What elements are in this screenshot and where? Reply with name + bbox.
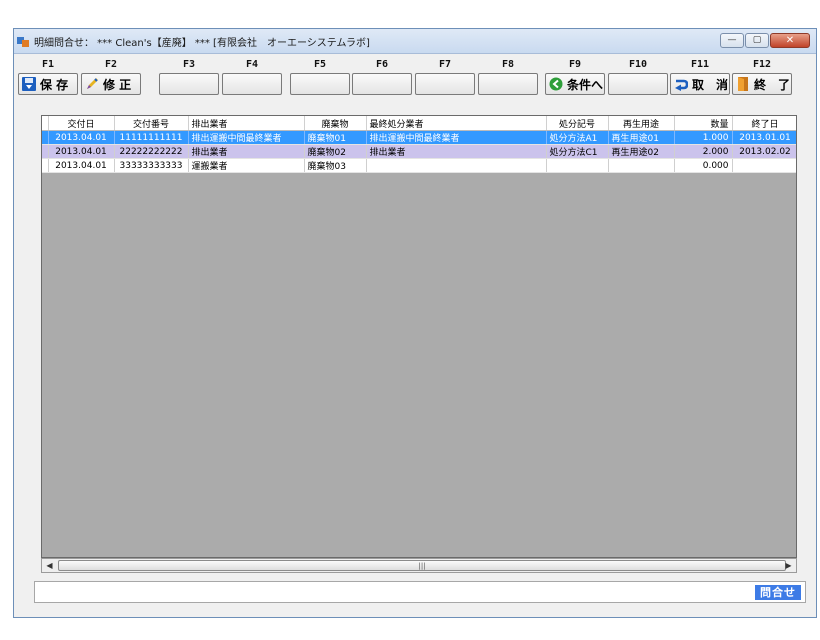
fkey-label-f2: F2 bbox=[104, 59, 118, 70]
cell-end-date: 2013.02.02 bbox=[732, 144, 796, 159]
col-header-discharger[interactable]: 排出業者 bbox=[188, 116, 305, 131]
fkey-label-f5: F5 bbox=[313, 59, 327, 70]
table-row[interactable]: 2013.04.01 33333333333 運搬業者 廃棄物03 0.000 bbox=[42, 158, 796, 173]
col-header-disposal-code[interactable]: 処分記号 bbox=[546, 116, 609, 131]
f10-button[interactable] bbox=[608, 73, 668, 95]
edit-button[interactable]: 修 正 bbox=[81, 73, 141, 95]
fkey-label-f1: F1 bbox=[41, 59, 55, 70]
col-header-final-disposer[interactable]: 最終処分業者 bbox=[366, 116, 547, 131]
fkey-label-f7: F7 bbox=[438, 59, 452, 70]
scroll-right-icon[interactable]: ▶ bbox=[781, 559, 796, 572]
save-icon bbox=[22, 77, 36, 91]
cell-disposal-code: 処分方法A1 bbox=[546, 130, 609, 145]
maximize-button[interactable]: ▢ bbox=[745, 33, 769, 48]
cancel-button[interactable]: 取 消 bbox=[670, 73, 730, 95]
back-to-conditions-button[interactable]: 条件へ bbox=[545, 73, 605, 95]
back-to-conditions-label: 条件へ bbox=[567, 77, 604, 92]
col-header-quantity[interactable]: 数量 bbox=[674, 116, 733, 131]
cell-issue-date: 2013.04.01 bbox=[48, 158, 115, 173]
col-header-waste[interactable]: 廃棄物 bbox=[304, 116, 367, 131]
cell-discharger: 排出運搬中間最終業者 bbox=[188, 130, 305, 145]
inquiry-button[interactable]: 問合せ bbox=[755, 585, 801, 600]
cell-disposal-code: 処分方法C1 bbox=[546, 144, 609, 159]
exit-button[interactable]: 終 了 bbox=[732, 73, 792, 95]
table-row[interactable]: 2013.04.01 11111111111 排出運搬中間最終業者 廃棄物01 … bbox=[42, 130, 796, 145]
cell-final-disposer: 排出運搬中間最終業者 bbox=[366, 130, 547, 145]
minimize-icon: — bbox=[727, 35, 737, 45]
cell-recycle-use bbox=[608, 158, 675, 173]
function-key-bar: F1 保 存 F2 修 正 F3 F4 F5 F6 F7 F8 F9 条件へ F… bbox=[14, 59, 816, 103]
grip-icon: ||| bbox=[418, 562, 426, 570]
col-header-issue-date[interactable]: 交付日 bbox=[48, 116, 115, 131]
cell-waste: 廃棄物01 bbox=[304, 130, 367, 145]
col-header-recycle-use[interactable]: 再生用途 bbox=[608, 116, 675, 131]
app-icon bbox=[17, 37, 29, 47]
cell-waste: 廃棄物03 bbox=[304, 158, 367, 173]
cell-final-disposer bbox=[366, 158, 547, 173]
fkey-label-f4: F4 bbox=[245, 59, 259, 70]
status-bar: 問合せ bbox=[34, 581, 806, 603]
cell-end-date bbox=[732, 158, 796, 173]
minimize-button[interactable]: — bbox=[720, 33, 744, 48]
edit-pencil-icon bbox=[87, 78, 98, 89]
cell-issue-date: 2013.04.01 bbox=[48, 130, 115, 145]
cell-recycle-use: 再生用途02 bbox=[608, 144, 675, 159]
cell-discharger: 排出業者 bbox=[188, 144, 305, 159]
exit-door-icon bbox=[738, 77, 748, 91]
cell-quantity: 2.000 bbox=[674, 144, 733, 159]
col-header-end-date[interactable]: 終了日 bbox=[732, 116, 796, 131]
fkey-label-f12: F12 bbox=[752, 59, 772, 70]
close-button[interactable]: ✕ bbox=[770, 33, 810, 48]
f4-button[interactable] bbox=[222, 73, 282, 95]
fkey-label-f3: F3 bbox=[182, 59, 196, 70]
back-arrow-icon bbox=[549, 77, 563, 91]
cell-issue-date: 2013.04.01 bbox=[48, 144, 115, 159]
window-title: 明細問合せ： *** Clean's【産廃】 *** [有限会社 オーエーシステ… bbox=[34, 38, 370, 49]
scrollbar-thumb[interactable]: ||| bbox=[58, 560, 786, 571]
cell-quantity: 0.000 bbox=[674, 158, 733, 173]
save-button[interactable]: 保 存 bbox=[18, 73, 78, 95]
cell-recycle-use: 再生用途01 bbox=[608, 130, 675, 145]
save-label: 保 存 bbox=[40, 77, 69, 92]
cell-discharger: 運搬業者 bbox=[188, 158, 305, 173]
f3-button[interactable] bbox=[159, 73, 219, 95]
scroll-left-icon[interactable]: ◀ bbox=[42, 559, 57, 572]
cell-quantity: 1.000 bbox=[674, 130, 733, 145]
cancel-label: 取 消 bbox=[692, 77, 729, 92]
cell-final-disposer: 排出業者 bbox=[366, 144, 547, 159]
f7-button[interactable] bbox=[415, 73, 475, 95]
app-window: 明細問合せ： *** Clean's【産廃】 *** [有限会社 オーエーシステ… bbox=[13, 28, 817, 618]
maximize-icon: ▢ bbox=[752, 35, 762, 45]
cell-waste: 廃棄物02 bbox=[304, 144, 367, 159]
f6-button[interactable] bbox=[352, 73, 412, 95]
close-icon: ✕ bbox=[785, 35, 795, 46]
exit-label: 終 了 bbox=[754, 77, 791, 92]
fkey-label-f8: F8 bbox=[501, 59, 515, 70]
cell-end-date: 2013.01.01 bbox=[732, 130, 796, 145]
f5-button[interactable] bbox=[290, 73, 350, 95]
manifest-grid[interactable]: 交付日 交付番号 排出業者 廃棄物 最終処分業者 処分記号 再生用途 数量 終了… bbox=[41, 115, 797, 558]
undo-icon bbox=[675, 79, 688, 91]
fkey-label-f10: F10 bbox=[628, 59, 648, 70]
col-header-issue-number[interactable]: 交付番号 bbox=[114, 116, 189, 131]
cell-issue-number: 11111111111 bbox=[114, 130, 189, 145]
title-bar: 明細問合せ： *** Clean's【産廃】 *** [有限会社 オーエーシステ… bbox=[14, 29, 816, 54]
table-row[interactable]: 2013.04.01 22222222222 排出業者 廃棄物02 排出業者 処… bbox=[42, 144, 796, 159]
cell-issue-number: 22222222222 bbox=[114, 144, 189, 159]
grid-header-row: 交付日 交付番号 排出業者 廃棄物 最終処分業者 処分記号 再生用途 数量 終了… bbox=[42, 116, 796, 131]
fkey-label-f9: F9 bbox=[568, 59, 582, 70]
edit-label: 修 正 bbox=[103, 77, 132, 92]
cell-disposal-code bbox=[546, 158, 609, 173]
fkey-label-f11: F11 bbox=[690, 59, 710, 70]
f8-button[interactable] bbox=[478, 73, 538, 95]
horizontal-scrollbar[interactable]: ◀ ||| ▶ bbox=[41, 558, 797, 573]
fkey-label-f6: F6 bbox=[375, 59, 389, 70]
cell-issue-number: 33333333333 bbox=[114, 158, 189, 173]
